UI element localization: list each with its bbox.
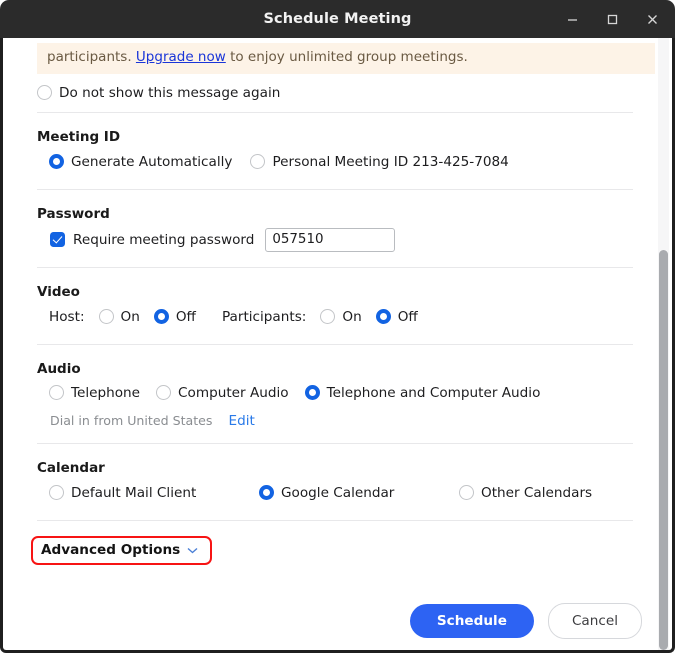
radio-default-mail-client-indicator[interactable] — [49, 485, 64, 501]
close-icon[interactable] — [639, 6, 665, 32]
window-controls — [559, 0, 665, 38]
radio-generate-automatically[interactable]: Generate Automatically — [49, 154, 232, 170]
radio-telephone-label: Telephone — [71, 384, 141, 401]
radio-participants-video-off-indicator[interactable] — [375, 309, 391, 325]
radio-google-calendar-label: Google Calendar — [281, 484, 395, 501]
radio-computer-audio-label: Computer Audio — [178, 384, 289, 401]
banner-text-before: participants. — [47, 49, 136, 65]
maximize-icon[interactable] — [599, 6, 625, 32]
radio-participants-video-on[interactable]: On — [320, 308, 362, 325]
radio-generate-automatically-indicator[interactable] — [49, 154, 64, 170]
radio-host-video-off[interactable]: Off — [153, 308, 196, 325]
window-title: Schedule Meeting — [263, 11, 412, 27]
dial-in-text: Dial in from United States — [50, 413, 213, 429]
meeting-id-options: Generate Automatically Personal Meeting … — [3, 145, 669, 179]
scrollbar-thumb[interactable] — [659, 250, 668, 650]
scroll-content: participants. Upgrade now to enjoy unlim… — [3, 38, 669, 650]
radio-google-calendar-indicator[interactable] — [259, 485, 274, 501]
cancel-button[interactable]: Cancel — [547, 603, 642, 639]
dialog-body: participants. Upgrade now to enjoy unlim… — [0, 38, 675, 653]
dialog-footer: Schedule Cancel — [409, 603, 642, 639]
radio-host-video-off-label: Off — [175, 308, 196, 325]
radio-default-mail-client-label: Default Mail Client — [71, 484, 197, 501]
radio-other-calendars-indicator[interactable] — [459, 485, 474, 501]
radio-personal-meeting-id-indicator[interactable] — [250, 154, 266, 170]
banner-text-after: to enjoy unlimited group meetings. — [225, 49, 468, 65]
radio-telephone-indicator[interactable] — [49, 385, 64, 401]
minimize-icon[interactable] — [559, 6, 585, 32]
radio-google-calendar[interactable]: Google Calendar — [259, 485, 459, 501]
password-title: Password — [37, 205, 110, 222]
radio-host-video-on[interactable]: On — [98, 308, 140, 325]
radio-participants-video-on-indicator[interactable] — [320, 309, 336, 325]
radio-personal-meeting-id[interactable]: Personal Meeting ID 213-425-7084 — [250, 153, 509, 170]
radio-telephone[interactable]: Telephone — [49, 385, 140, 401]
calendar-options: Default Mail Client Google Calendar Othe… — [3, 476, 669, 510]
radio-host-video-on-label: On — [120, 308, 140, 325]
radio-other-calendars-label: Other Calendars — [481, 484, 593, 501]
radio-computer-audio-indicator[interactable] — [156, 385, 172, 401]
radio-telephone-and-computer-audio-label: Telephone and Computer Audio — [326, 384, 541, 401]
schedule-button[interactable]: Schedule — [409, 604, 534, 638]
radio-participants-video-off[interactable]: Off — [375, 308, 418, 325]
dial-in-row: Dial in from United States Edit — [3, 409, 669, 433]
video-title: Video — [37, 283, 80, 300]
require-password-label: Require meeting password — [73, 231, 255, 248]
radio-computer-audio[interactable]: Computer Audio — [156, 385, 289, 401]
password-input[interactable] — [265, 227, 396, 252]
advanced-options-row: Advanced Options — [3, 535, 669, 565]
audio-title: Audio — [37, 360, 81, 377]
audio-options: Telephone Computer Audio Telephone and C… — [3, 377, 669, 409]
require-password-checkbox[interactable] — [50, 232, 65, 248]
radio-participants-video-on-label: On — [342, 308, 362, 325]
do-not-show-checkbox[interactable] — [37, 85, 52, 101]
radio-personal-meeting-id-label: Personal Meeting ID 213-425-7084 — [272, 153, 509, 170]
video-host-label: Host: — [49, 308, 85, 325]
advanced-options-label: Advanced Options — [41, 541, 181, 558]
audio-edit-link[interactable]: Edit — [229, 413, 255, 429]
password-row: Require meeting password — [3, 222, 669, 258]
radio-host-video-on-indicator[interactable] — [98, 309, 114, 325]
do-not-show-label: Do not show this message again — [59, 84, 281, 101]
radio-participants-video-off-label: Off — [397, 308, 418, 325]
radio-telephone-and-computer-audio[interactable]: Telephone and Computer Audio — [304, 384, 541, 401]
titlebar: Schedule Meeting — [0, 0, 675, 38]
video-participants-label: Participants: — [221, 308, 307, 325]
radio-default-mail-client[interactable]: Default Mail Client — [49, 485, 259, 501]
schedule-meeting-window: Schedule Meeting participants. Upgrade n… — [0, 0, 675, 653]
meeting-id-title: Meeting ID — [37, 128, 121, 145]
upgrade-now-link[interactable]: Upgrade now — [136, 49, 226, 65]
chevron-down-icon — [187, 545, 198, 556]
upgrade-banner: participants. Upgrade now to enjoy unlim… — [37, 43, 655, 74]
radio-generate-automatically-label: Generate Automatically — [71, 153, 233, 170]
video-options: Host: On Off Participants: On Off — [3, 300, 669, 334]
radio-other-calendars[interactable]: Other Calendars — [459, 485, 592, 501]
radio-telephone-and-computer-audio-indicator[interactable] — [304, 385, 320, 401]
calendar-title: Calendar — [37, 459, 105, 476]
advanced-options-toggle[interactable]: Advanced Options — [31, 535, 213, 565]
do-not-show-row[interactable]: Do not show this message again — [3, 74, 669, 112]
radio-host-video-off-indicator[interactable] — [153, 309, 169, 325]
